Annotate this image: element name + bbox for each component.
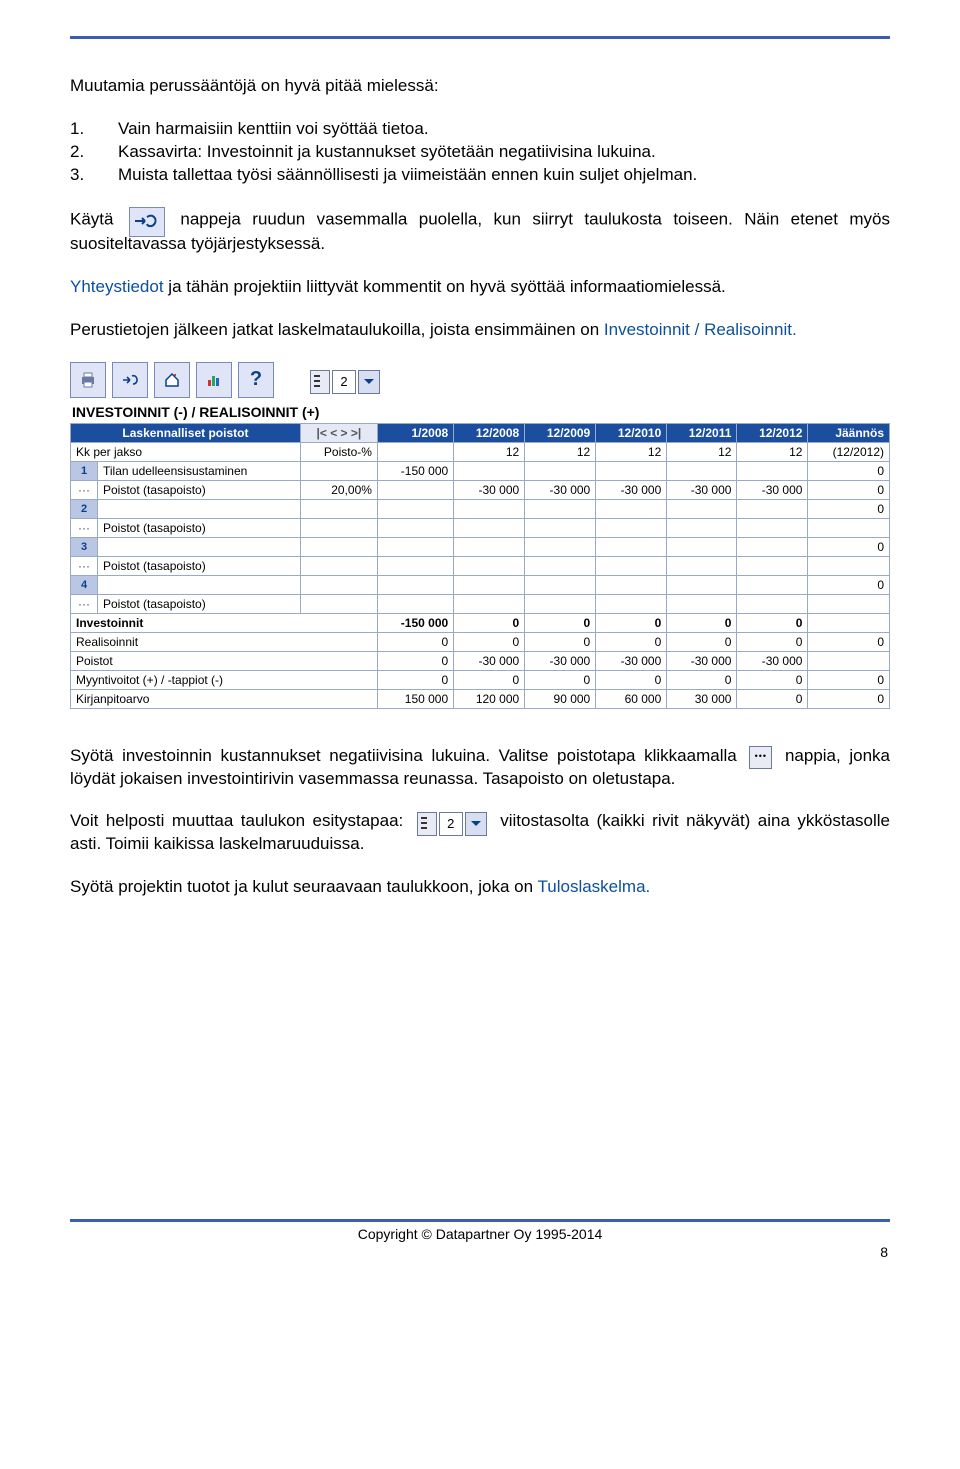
row-options-button[interactable]: ··· bbox=[71, 480, 98, 499]
paragraph-tuloslaskelma: Syötä projektin tuotot ja kulut seuraava… bbox=[70, 876, 890, 899]
pointer-icon bbox=[129, 207, 165, 237]
investoinnit-table: Laskennalliset poistot |< < > >| 1/2008 … bbox=[70, 423, 890, 709]
top-rule bbox=[70, 36, 890, 39]
paragraph-contacts: Yhteystiedot ja tähän projektiin liittyv… bbox=[70, 276, 890, 299]
chevron-down-icon bbox=[465, 812, 487, 836]
print-icon[interactable] bbox=[70, 362, 106, 398]
level-value: 2 bbox=[332, 370, 356, 394]
row-options-button[interactable]: ··· bbox=[71, 594, 98, 613]
investoinnit-link: Investoinnit / Realisoinnit. bbox=[604, 320, 797, 339]
ordered-list: 1.Vain harmaisiin kenttiin voi syöttää t… bbox=[70, 118, 890, 187]
chevron-down-icon[interactable] bbox=[358, 370, 380, 394]
nav-buttons[interactable]: |< < > >| bbox=[300, 423, 377, 442]
outline-level-icon bbox=[310, 370, 330, 394]
paragraph-investoinnit: Perustietojen jälkeen jatkat laskelmatau… bbox=[70, 319, 890, 342]
outline-level-icon bbox=[417, 812, 437, 836]
toolbar: ? 2 bbox=[70, 362, 890, 398]
col-laskennalliset: Laskennalliset poistot bbox=[71, 423, 301, 442]
pointer-nav-icon[interactable] bbox=[112, 362, 148, 398]
ol-num-3: 3. bbox=[70, 164, 118, 187]
ol-item-3: Muista tallettaa työsi säännöllisesti ja… bbox=[118, 164, 697, 187]
level-selector[interactable]: 2 bbox=[310, 362, 380, 402]
ol-item-1: Vain harmaisiin kenttiin voi syöttää tie… bbox=[118, 118, 429, 141]
table-title: INVESTOINNIT (-) / REALISOINNIT (+) bbox=[72, 404, 890, 420]
paragraph-level: Voit helposti muuttaa taulukon esitystap… bbox=[70, 810, 890, 856]
row-options-icon bbox=[749, 746, 772, 769]
home-icon[interactable] bbox=[154, 362, 190, 398]
tuloslaskelma-link: Tuloslaskelma. bbox=[538, 877, 651, 896]
page-number: 8 bbox=[70, 1244, 890, 1260]
chart-icon[interactable] bbox=[196, 362, 232, 398]
footer-copyright: Copyright © Datapartner Oy 1995-2014 bbox=[70, 1226, 890, 1242]
help-icon[interactable]: ? bbox=[238, 362, 274, 398]
ol-num-2: 2. bbox=[70, 141, 118, 164]
row-options-button[interactable]: ··· bbox=[71, 556, 98, 575]
row-options-button[interactable]: ··· bbox=[71, 518, 98, 537]
intro: Muutamia perussääntöjä on hyvä pitää mie… bbox=[70, 75, 890, 98]
yhteystiedot-link: Yhteystiedot bbox=[70, 277, 164, 296]
level-selector-inline: 2 bbox=[417, 812, 487, 836]
ol-item-2: Kassavirta: Investoinnit ja kustannukset… bbox=[118, 141, 656, 164]
bottom-rule bbox=[70, 1219, 890, 1222]
paragraph-negative-costs: Syötä investoinnin kustannukset negatiiv… bbox=[70, 745, 890, 791]
paragraph-nav-hint: Käytä nappeja ruudun vasemmalla puolella… bbox=[70, 207, 890, 256]
ol-num-1: 1. bbox=[70, 118, 118, 141]
investoinnit-table-screenshot: ? 2 INVESTOINNIT (-) / REALISOINNIT (+) … bbox=[70, 362, 890, 709]
